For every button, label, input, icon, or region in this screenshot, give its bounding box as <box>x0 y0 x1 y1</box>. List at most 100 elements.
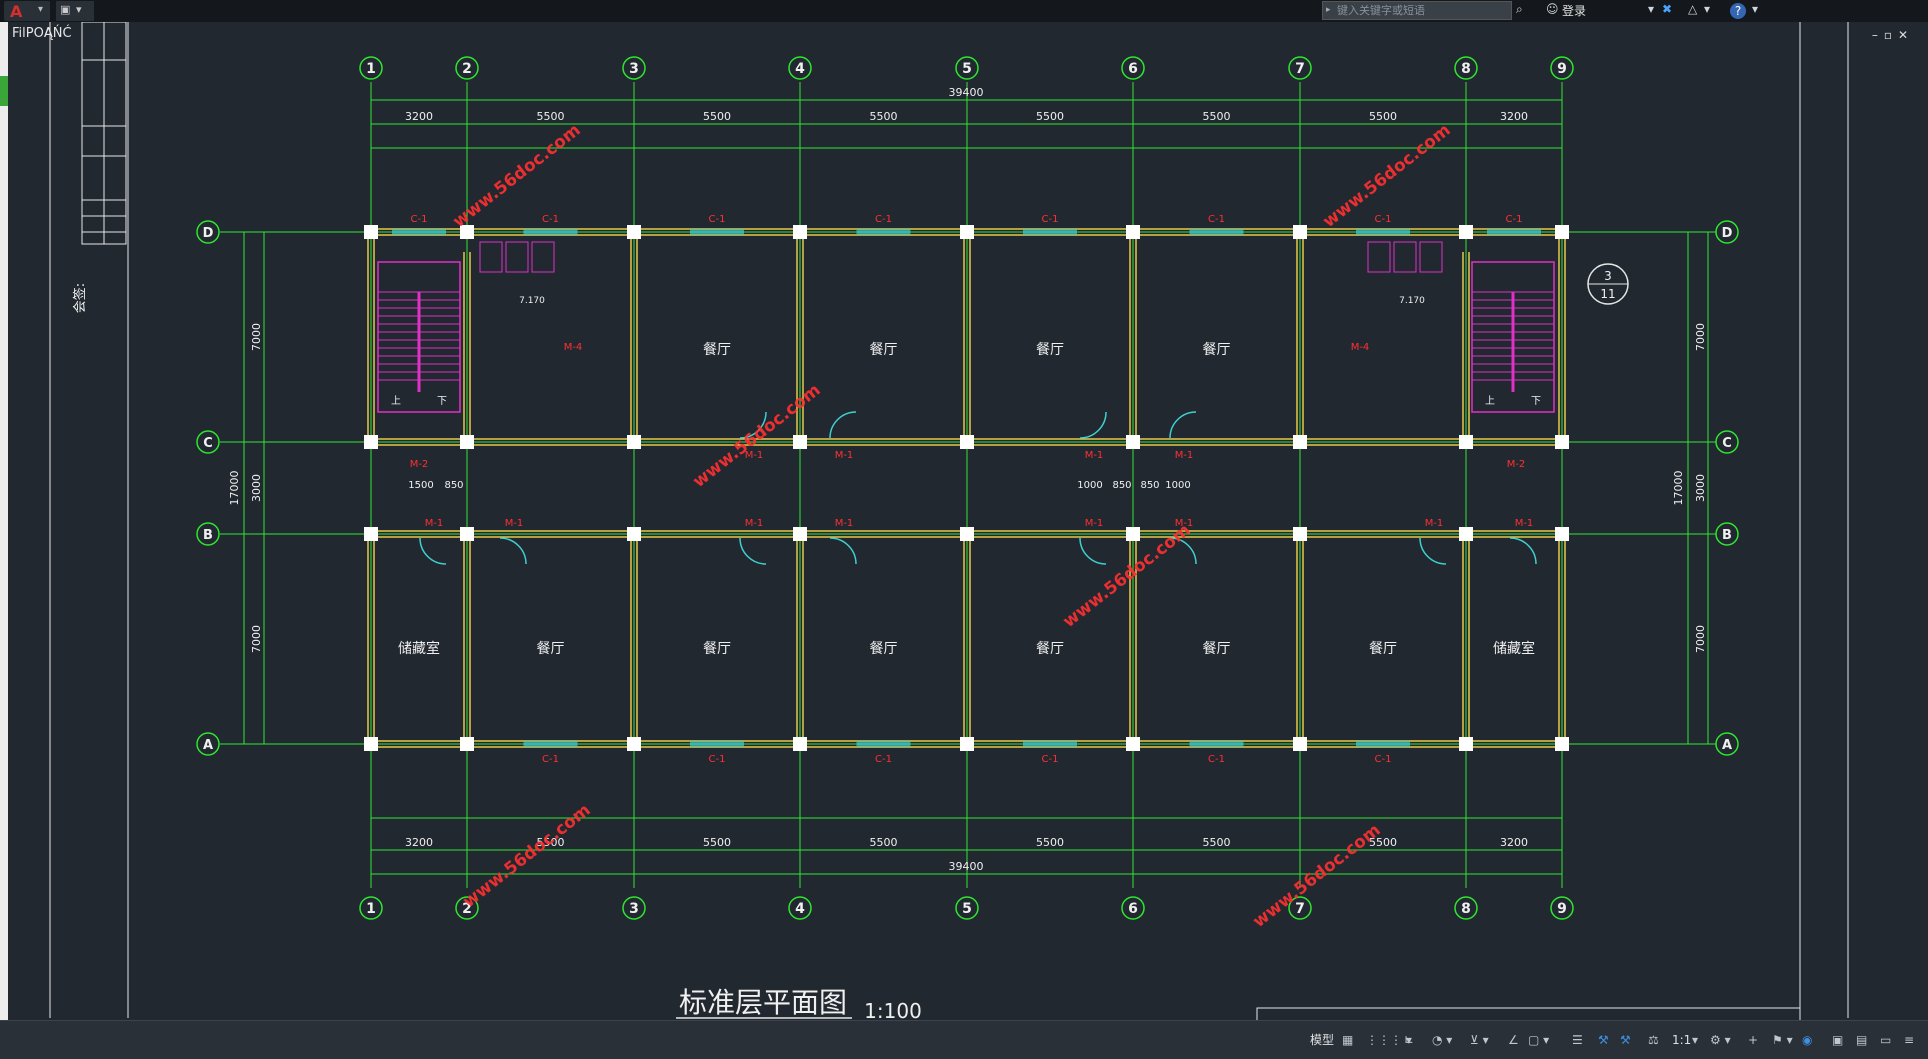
corridor-dim: 1000 <box>1165 480 1190 491</box>
watermark: www.56doc.com <box>1249 820 1384 932</box>
door-swing <box>1079 411 1107 439</box>
dim-top-bay: 3200 <box>405 110 433 123</box>
polar-icon[interactable]: ◔ ▾ <box>1432 1022 1452 1058</box>
window-label: C-1 <box>1375 754 1392 765</box>
plus-icon[interactable]: + <box>1748 1022 1758 1058</box>
axis-label-bottom: 8 <box>1461 901 1471 917</box>
ortho-icon[interactable]: ∟ <box>1404 1022 1414 1058</box>
window <box>690 229 744 235</box>
clean-screen-icon[interactable]: ▣ <box>1832 1022 1843 1058</box>
column <box>1555 737 1569 751</box>
door-label: M-1 <box>835 518 854 529</box>
toilet-stall <box>1367 241 1391 273</box>
axis-label-top: 3 <box>629 61 639 77</box>
column <box>1293 435 1307 449</box>
axis-label-top: 1 <box>366 61 376 77</box>
model-tab[interactable]: 模型 <box>1310 1022 1334 1058</box>
a360-icon[interactable]: △ <box>1688 2 1697 16</box>
quick-access-toolbar[interactable]: ▣ ▾ <box>56 1 94 21</box>
fullscreen-icon[interactable]: ▭ <box>1880 1022 1891 1058</box>
column <box>793 737 807 751</box>
watermark: www.56doc.com <box>449 120 584 232</box>
dim-bottom-bay: 5500 <box>1036 836 1064 849</box>
column <box>460 435 474 449</box>
customize-icon[interactable]: ≡ <box>1904 1022 1914 1058</box>
gear-icon[interactable]: ⚙ ▾ <box>1710 1022 1731 1058</box>
room-label-north: 餐厅 <box>1036 342 1064 358</box>
dim-left-part: 7000 <box>250 323 263 351</box>
window <box>1487 229 1541 235</box>
dim-top-bay: 5500 <box>1036 110 1064 123</box>
column <box>627 225 641 239</box>
drawing-canvas[interactable]: 会签:112233445566778899D DC CB BA A394003200 55… <box>8 22 1928 1020</box>
transparency-icon[interactable]: ▢ ▾ <box>1528 1022 1549 1058</box>
user-icon[interactable]: ☺ <box>1546 2 1559 16</box>
binoculars-icon[interactable]: ⌕ <box>1516 2 1523 17</box>
axis-label-bottom: 5 <box>962 901 972 917</box>
annotation-scale-icon[interactable]: ⚖ <box>1648 1022 1659 1058</box>
isolate-icon[interactable]: ⚑ ▾ <box>1772 1022 1793 1058</box>
room-label-north: 餐厅 <box>703 342 731 358</box>
chevron-down-icon[interactable]: ▾ <box>1752 2 1758 16</box>
dim-right-total: 17000 <box>1672 471 1685 506</box>
search-input[interactable]: ▸ 键入关键字或短语 <box>1322 1 1512 20</box>
column <box>793 527 807 541</box>
search-placeholder: 键入关键字或短语 <box>1337 4 1425 17</box>
login-button[interactable]: 登录 <box>1562 2 1586 19</box>
corridor-dim: 850 <box>1112 480 1131 491</box>
window <box>856 741 911 747</box>
stair-up-label: 上 <box>1485 395 1495 407</box>
osnap-icon[interactable]: ⊻ ▾ <box>1470 1022 1489 1058</box>
room-label-south: 餐厅 <box>1369 641 1397 657</box>
window-label: C-1 <box>542 754 559 765</box>
chevron-down-icon[interactable]: ▾ <box>1704 2 1710 16</box>
help-icon[interactable]: ? <box>1730 3 1746 19</box>
column <box>1293 527 1307 541</box>
green-tab[interactable] <box>0 76 8 106</box>
corridor-dim: 850 <box>1140 480 1159 491</box>
column <box>1555 527 1569 541</box>
properties-icon[interactable]: ☰ <box>1572 1022 1583 1058</box>
column <box>960 225 974 239</box>
toilet-stall <box>1393 241 1417 273</box>
column <box>1459 527 1473 541</box>
save-icon[interactable]: ▣ <box>60 3 70 16</box>
axis-label-top: 2 <box>462 61 472 77</box>
stair-up-label: 上 <box>391 395 401 407</box>
door-label: M-1 <box>835 450 854 461</box>
column <box>364 435 378 449</box>
door-label: M-4 <box>564 342 583 353</box>
dim-top-bay: 3200 <box>1500 110 1528 123</box>
dim-top-bay: 5500 <box>703 110 731 123</box>
window <box>1189 229 1244 235</box>
chevron-down-icon[interactable]: ▾ <box>1648 2 1654 16</box>
dim-bottom-bay: 5500 <box>1203 836 1231 849</box>
door-label: M-1 <box>1515 518 1534 529</box>
hardware-acceleration-icon[interactable]: ◉ <box>1802 1022 1812 1058</box>
watermark: www.56doc.com <box>459 800 594 912</box>
exchange-icon[interactable]: ✖ <box>1662 2 1672 16</box>
dim-top-bay: 5500 <box>1369 110 1397 123</box>
workspace-icon[interactable]: ▤ <box>1856 1022 1867 1058</box>
column <box>1555 225 1569 239</box>
annotation-visibility-icon[interactable]: ⚒ <box>1620 1022 1631 1058</box>
grid-icon[interactable]: ▦ <box>1342 1022 1353 1058</box>
room-label-south: 餐厅 <box>703 641 731 657</box>
room-label-north: 餐厅 <box>870 342 898 358</box>
axis-label-bottom: 4 <box>795 901 805 917</box>
dim-left-part: 7000 <box>250 625 263 653</box>
axis-label-right: D <box>1722 226 1733 241</box>
status-bar: 模型 ▦ ⋮⋮⋮ ▾ ∟ ◔ ▾ ⊻ ▾ ∠ ▢ ▾ ☰ ⚒ ⚒ ⚖ 1:1 ▾… <box>0 1020 1928 1059</box>
chevron-down-icon[interactable]: ▾ <box>76 3 82 16</box>
door-swing <box>1169 411 1197 439</box>
level-mark: 7.170 <box>519 296 545 306</box>
column <box>793 225 807 239</box>
lineweight-icon[interactable]: ∠ <box>1508 1022 1519 1058</box>
annotation-scale[interactable]: 1:1 <box>1672 1022 1691 1058</box>
toilet-stall <box>479 241 503 273</box>
door-label: M-1 <box>1425 518 1444 529</box>
annotation-icon[interactable]: ⚒ <box>1598 1022 1609 1058</box>
door-swing <box>1079 537 1107 565</box>
chevron-down-icon[interactable]: ▾ <box>1692 1022 1698 1058</box>
application-menu-button[interactable]: A ▾ <box>4 1 50 21</box>
